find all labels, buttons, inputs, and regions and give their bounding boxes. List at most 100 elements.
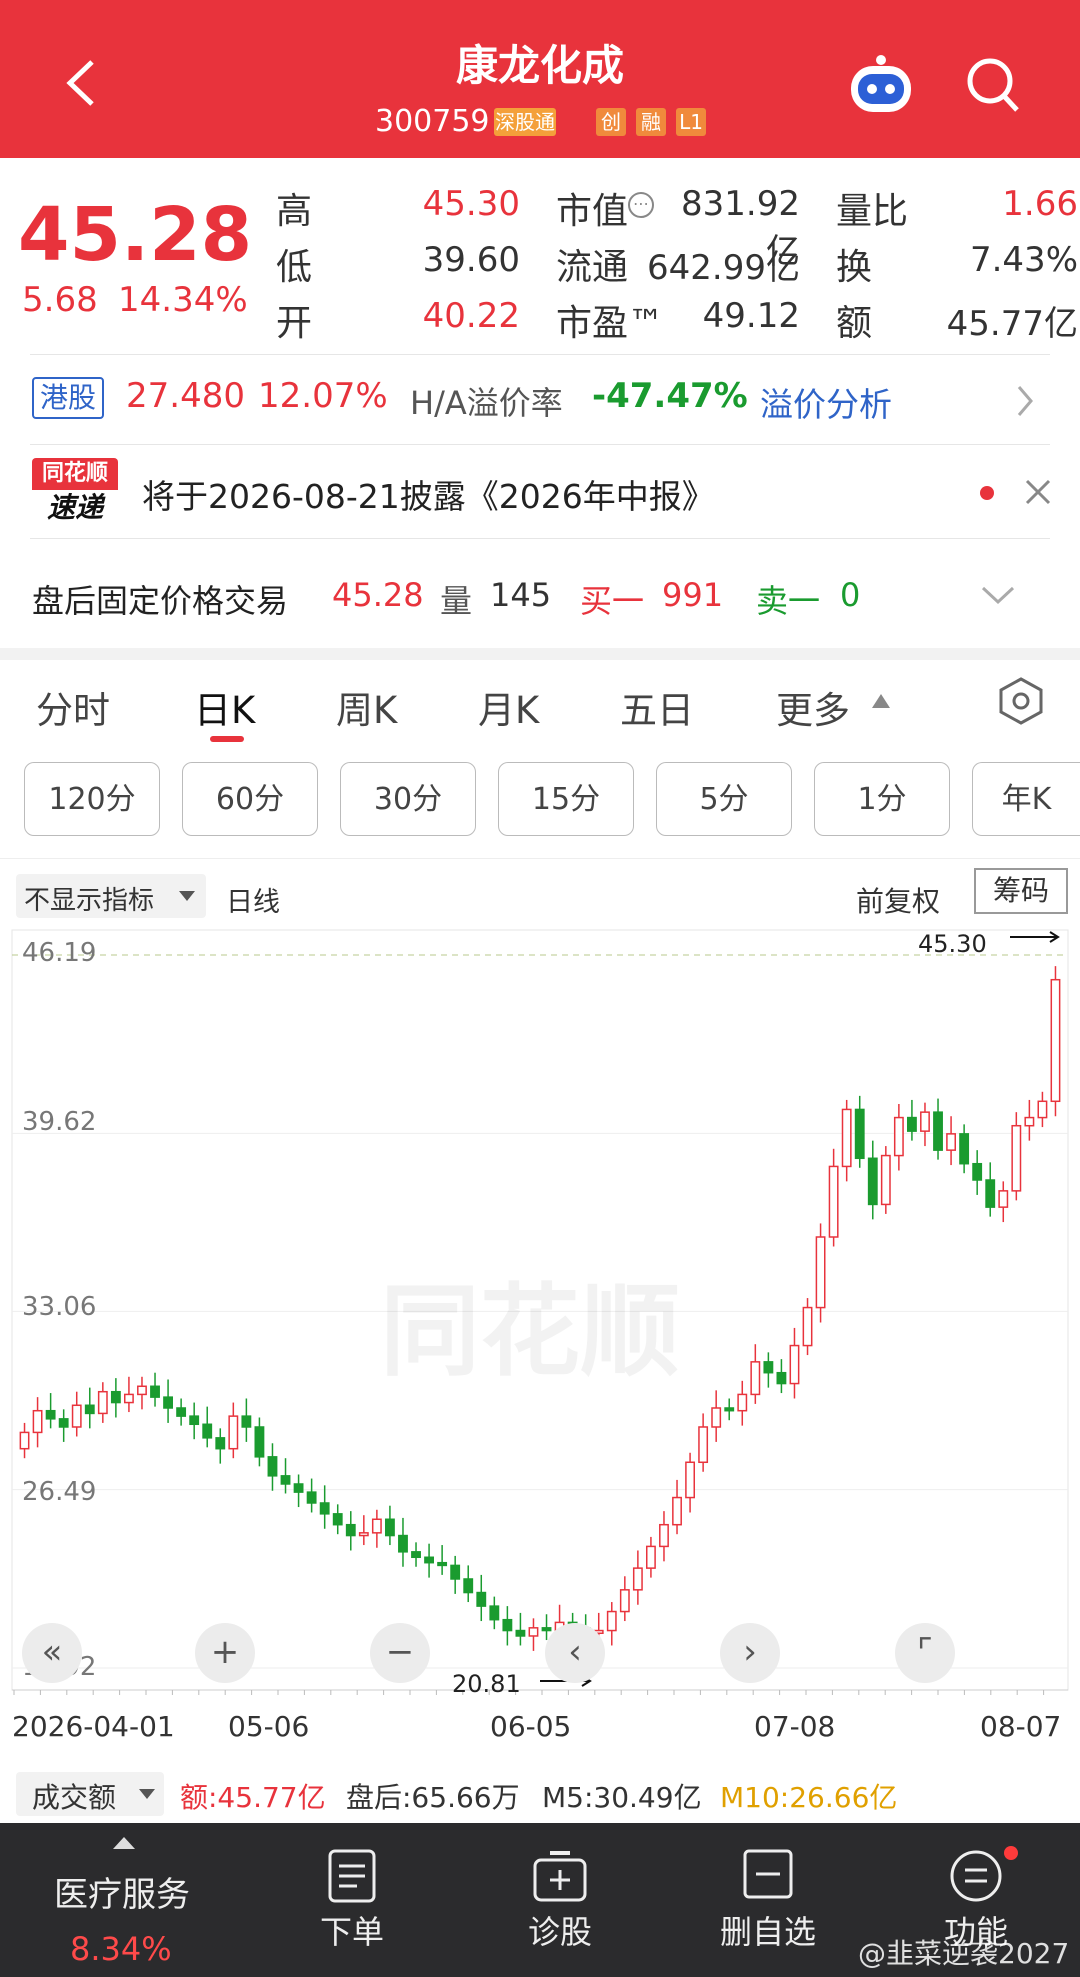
x-tick-label: 05-06 [228, 1710, 310, 1743]
afterhours-label: 盘后固定价格交易 [32, 582, 289, 620]
candle-body [319, 1502, 330, 1515]
stock-name: 康龙化成 [455, 41, 624, 90]
premium-value: -47.47% [592, 376, 748, 416]
candle-body [854, 1108, 865, 1160]
candle-body [398, 1534, 408, 1553]
afterhours-price: 45.28 [332, 576, 424, 614]
y-tick-label: 33.06 [22, 1292, 97, 1322]
stock-code: 300759 [375, 104, 490, 139]
candle-body [84, 1404, 95, 1415]
hk-pct: 12.07% [258, 376, 388, 416]
candle-body [176, 1407, 187, 1417]
candle-body [946, 1133, 957, 1151]
candle-body [893, 1116, 904, 1157]
hk-price: 27.480 [126, 376, 245, 416]
nav-remove-watchlist[interactable]: 删自选 [678, 1907, 858, 1953]
caret-down-icon [179, 891, 195, 901]
diagnose-icon [532, 1850, 588, 1906]
tab-monthly-k[interactable]: 月K [478, 680, 539, 734]
interval-15m[interactable]: 15分 [498, 762, 634, 836]
tab-intraday[interactable]: 分时 [36, 680, 110, 734]
chips-button[interactable]: 筹码 [974, 868, 1068, 914]
candle-body [450, 1564, 461, 1580]
scroll-left-button[interactable]: ‹ [545, 1623, 605, 1683]
nav-order[interactable]: 下单 [262, 1907, 442, 1953]
nav-diagnose[interactable]: 诊股 [470, 1907, 650, 1953]
candle-body [815, 1236, 826, 1309]
zoom-out-button[interactable]: − [370, 1623, 430, 1683]
candle-body [528, 1627, 539, 1637]
tab-five-day[interactable]: 五日 [620, 680, 694, 734]
premium-analysis-link[interactable]: 溢价分析 [760, 378, 892, 426]
remove-watchlist-icon [742, 1848, 794, 1906]
news-row[interactable]: 同花顺 速递 将于2026-08-21披露《2026年中报》 [0, 448, 1080, 536]
candle-body [776, 1371, 787, 1385]
interval-5m[interactable]: 5分 [656, 762, 792, 836]
candle-body [672, 1496, 682, 1526]
afterhours-vol: 145 [490, 576, 552, 614]
close-icon[interactable] [1024, 478, 1052, 510]
price-change: 5.68 [22, 280, 98, 320]
search-icon[interactable] [965, 56, 1021, 114]
afterhours-row[interactable]: 盘后固定价格交易 45.28 量 145 买一 991 卖一 0 [0, 542, 1080, 646]
chevron-right-icon [1015, 384, 1035, 422]
candle-body [802, 1306, 813, 1347]
tab-weekly-k[interactable]: 周K [336, 680, 397, 734]
candle-body [123, 1393, 134, 1404]
y-tick-label: 46.19 [22, 938, 97, 968]
volume-m5: M5:30.49亿 [542, 1781, 702, 1814]
hk-row[interactable]: 港股 27.480 12.07% H/A溢价率 -47.47% 溢价分析 [0, 360, 1080, 444]
candle-body [959, 1133, 970, 1165]
divider [0, 858, 1080, 859]
candle-body [150, 1385, 160, 1398]
interval-1m[interactable]: 1分 [814, 762, 950, 836]
interval-30m[interactable]: 30分 [340, 762, 476, 836]
candle-body [228, 1415, 239, 1450]
tab-daily-k[interactable]: 日K [194, 680, 255, 734]
candle-body [972, 1162, 983, 1181]
candle-body [789, 1344, 800, 1385]
candle-body [906, 1116, 917, 1132]
tab-more[interactable]: 更多 [776, 680, 850, 734]
open-value: 40.22 [422, 296, 520, 336]
candle-body [489, 1605, 500, 1621]
candle-body [280, 1475, 291, 1485]
interval-60m[interactable]: 60分 [182, 762, 318, 836]
robot-assistant-icon[interactable] [845, 52, 917, 118]
chevron-down-icon[interactable] [980, 584, 1016, 610]
high-value: 45.30 [422, 184, 520, 224]
current-price: 45.28 [18, 192, 253, 278]
indicator-select[interactable]: 不显示指标 [16, 874, 206, 918]
interval-year-k[interactable]: 年K [972, 762, 1080, 836]
candle-body [880, 1154, 891, 1206]
afterhours-vol-label: 量 [440, 582, 473, 620]
express-logo: 同花顺 速递 [32, 458, 118, 526]
candle-body [502, 1618, 513, 1632]
candle-body [933, 1111, 943, 1151]
candle-body [515, 1629, 526, 1637]
open-label: 开 [276, 303, 313, 344]
candle-body [411, 1551, 421, 1559]
candle-body [1024, 1116, 1035, 1127]
pe-label: 市盈™ [556, 303, 665, 344]
turnover-label: 换 [836, 247, 873, 288]
volume-select[interactable]: 成交额 [16, 1772, 164, 1816]
pe-value: 49.12 [702, 296, 800, 336]
info-icon[interactable]: ⋯ [628, 192, 654, 218]
candle-body [202, 1423, 213, 1439]
candle-body [476, 1591, 487, 1607]
candle-body [293, 1483, 304, 1493]
level1-tag: L1 [676, 108, 706, 136]
adjust-toggle[interactable]: 前复权 [856, 880, 940, 920]
chart-watermark: 同花顺 [380, 1273, 680, 1390]
interval-120m[interactable]: 120分 [24, 762, 160, 836]
sector-name[interactable]: 医疗服务 [54, 1867, 190, 1916]
zoom-in-button[interactable]: + [195, 1623, 255, 1683]
high-label: 高 [276, 191, 313, 232]
sell1-label: 卖一 [756, 582, 821, 620]
fullscreen-button[interactable]: ⌜ [895, 1623, 955, 1683]
candle-body [763, 1361, 774, 1374]
scroll-right-button[interactable]: › [720, 1623, 780, 1683]
settings-hexagon-icon[interactable] [996, 676, 1046, 730]
scroll-start-button[interactable]: « [22, 1623, 82, 1683]
